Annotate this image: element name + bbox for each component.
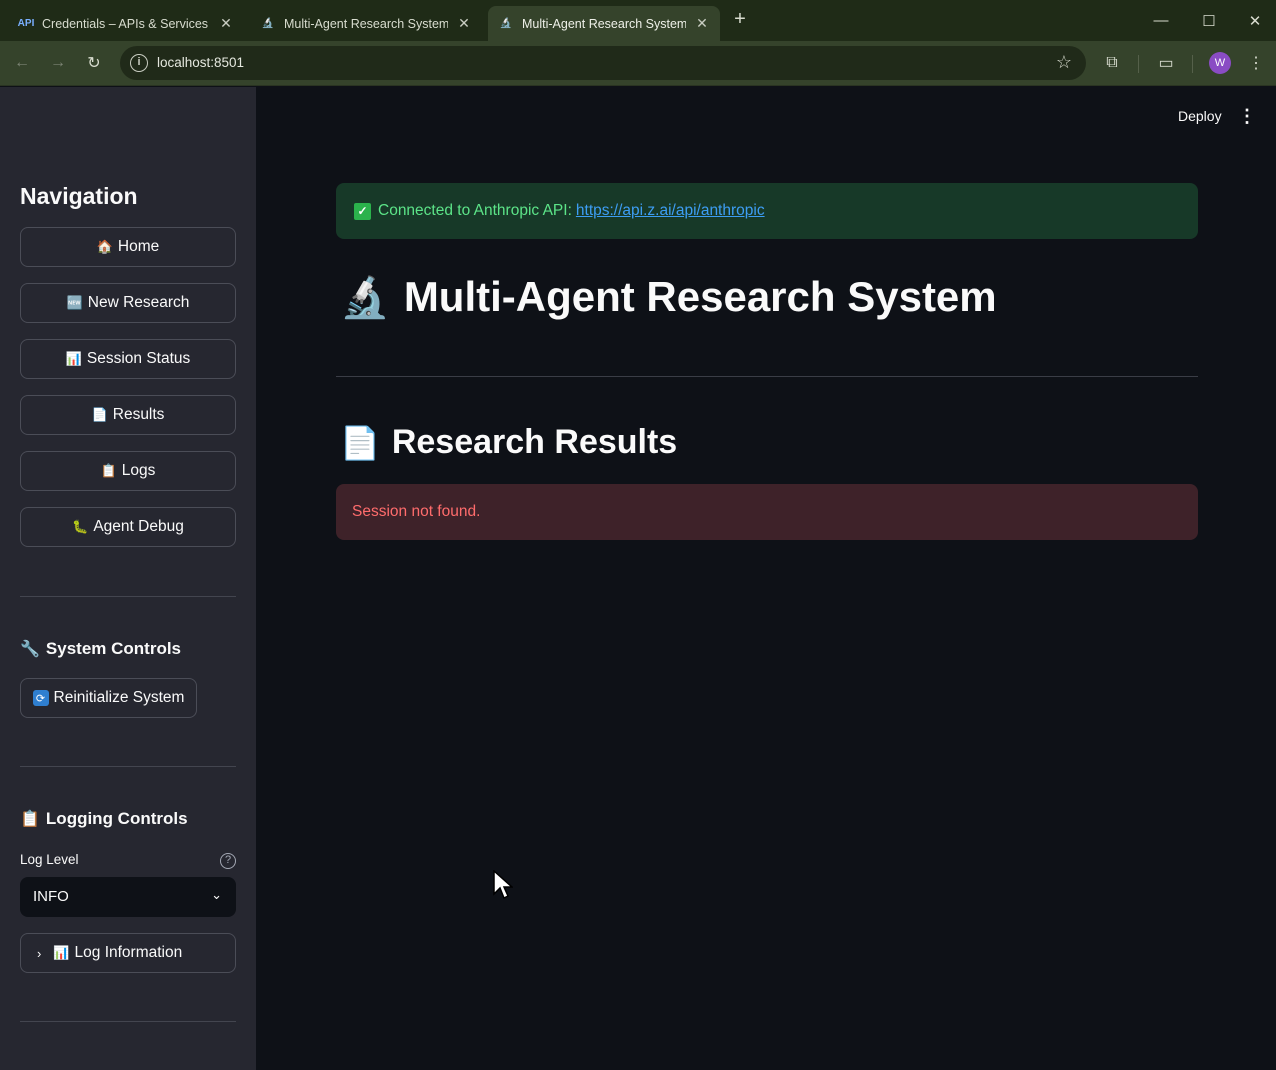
chevron-down-icon: ⌄ [211, 887, 222, 902]
success-text: Connected to Anthropic API: [378, 202, 572, 219]
tab-title: Credentials – APIs & Services – ... [42, 16, 210, 31]
document-icon: 📄 [91, 407, 108, 422]
new-research-button[interactable]: 🆕 New Research [20, 283, 236, 323]
heading-text: System Controls [45, 639, 182, 658]
app-menu-icon[interactable]: ⋮ [1238, 106, 1256, 127]
browser-tab-research-2[interactable]: 🔬 Multi-Agent Research System ✕ [488, 6, 720, 41]
forward-icon[interactable]: → [46, 51, 70, 75]
button-label: Session Status [86, 350, 191, 367]
deploy-button[interactable]: Deploy [1178, 108, 1222, 124]
agent-debug-button[interactable]: 🐛 Agent Debug [20, 507, 236, 547]
bookmark-star-icon[interactable]: ☆ [1056, 52, 1072, 73]
session-status-button[interactable]: 📊 Session Status [20, 339, 236, 379]
expander-label: Log Information [74, 944, 183, 961]
document-icon: 📄 [340, 424, 380, 461]
page-title: 🔬 Multi-Agent Research System [340, 273, 997, 321]
house-icon: 🏠 [96, 239, 113, 254]
toolbar-divider [1138, 55, 1139, 73]
microscope-icon: 🔬 [499, 18, 513, 29]
cast-icon[interactable]: ▭ [1154, 51, 1178, 75]
bar-chart-icon: 📊 [65, 351, 82, 366]
sidebar: Navigation 🏠 Home 🆕 New Research 📊 Sessi… [0, 87, 256, 1070]
button-label: New Research [87, 294, 190, 311]
button-label: Results [112, 406, 165, 423]
browser-tab-bar: API Credentials – APIs & Services – ... … [0, 0, 1276, 41]
url-text: localhost:8501 [157, 55, 245, 70]
minimize-icon[interactable]: — [1138, 0, 1184, 41]
system-controls-heading: 🔧 System Controls [20, 639, 181, 659]
heading-text: Logging Controls [45, 809, 188, 828]
close-tab-icon[interactable]: ✕ [456, 15, 472, 32]
log-level-label: Log Level [20, 852, 79, 867]
browser-toolbar: ← → ↻ i localhost:8501 ☆ ⧉ ▭ W ⋮ [0, 41, 1276, 86]
clipboard-icon: 📋 [20, 811, 40, 828]
button-label: Logs [121, 462, 156, 479]
extensions-icon[interactable]: ⧉ [1100, 51, 1124, 75]
section-title: 📄 Research Results [340, 423, 677, 462]
new-tab-button[interactable]: + [728, 8, 752, 32]
results-button[interactable]: 📄 Results [20, 395, 236, 435]
check-mark-icon: ✓ [354, 202, 371, 220]
chevron-right-icon: › [37, 945, 42, 961]
close-tab-icon[interactable]: ✕ [218, 15, 234, 32]
profile-avatar[interactable]: W [1209, 52, 1231, 74]
close-tab-icon[interactable]: ✕ [694, 15, 710, 32]
wrench-icon: 🔧 [20, 641, 40, 658]
select-value: INFO [33, 888, 69, 905]
log-level-select[interactable]: INFO ⌄ [20, 877, 236, 917]
site-info-icon[interactable]: i [130, 54, 148, 72]
address-bar[interactable]: i localhost:8501 ☆ [120, 46, 1086, 80]
close-window-icon[interactable]: ✕ [1232, 0, 1276, 41]
content-divider [336, 376, 1198, 377]
button-label: Agent Debug [93, 518, 184, 535]
back-icon[interactable]: ← [10, 51, 34, 75]
bar-chart-icon: 📊 [53, 945, 70, 960]
toolbar-divider [1192, 55, 1193, 73]
maximize-icon[interactable]: ☐ [1186, 0, 1232, 41]
refresh-icon: ⟳ [32, 690, 49, 706]
reinitialize-system-button[interactable]: ⟳ Reinitialize System [20, 678, 197, 718]
api-link[interactable]: https://api.z.ai/api/anthropic [576, 202, 765, 220]
tab-title: Multi-Agent Research System [522, 16, 686, 31]
page-title-text: Multi-Agent Research System [403, 273, 997, 320]
api-favicon-icon: API [17, 18, 35, 29]
error-alert: Session not found. [336, 484, 1198, 540]
microscope-icon: 🔬 [340, 275, 390, 320]
mouse-cursor-icon [493, 870, 513, 900]
browser-tab-credentials[interactable]: API Credentials – APIs & Services – ... … [8, 6, 244, 41]
button-label: Reinitialize System [53, 689, 185, 706]
button-label: Home [117, 238, 160, 255]
main-content: Deploy ⋮ ✓ Connected to Anthropic API: h… [256, 87, 1276, 1070]
sidebar-divider [20, 1021, 236, 1022]
sidebar-divider [20, 596, 236, 597]
home-button[interactable]: 🏠 Home [20, 227, 236, 267]
help-icon[interactable]: ? [220, 853, 236, 869]
success-alert: ✓ Connected to Anthropic API: https://ap… [336, 183, 1198, 239]
logs-button[interactable]: 📋 Logs [20, 451, 236, 491]
bug-icon: 🐛 [72, 519, 89, 534]
tab-title: Multi-Agent Research System [284, 16, 448, 31]
browser-tab-research-1[interactable]: 🔬 Multi-Agent Research System ✕ [250, 6, 482, 41]
log-information-expander[interactable]: › 📊 Log Information [20, 933, 236, 973]
browser-menu-icon[interactable]: ⋮ [1244, 51, 1268, 75]
clipboard-icon: 📋 [100, 463, 117, 478]
section-title-text: Research Results [391, 423, 678, 461]
logging-controls-heading: 📋 Logging Controls [20, 809, 188, 829]
reload-icon[interactable]: ↻ [82, 51, 106, 75]
error-text: Session not found. [352, 503, 481, 520]
navigation-title: Navigation [20, 183, 138, 209]
microscope-icon: 🔬 [261, 18, 275, 29]
sidebar-divider [20, 766, 236, 767]
new-icon: 🆕 [66, 295, 83, 310]
